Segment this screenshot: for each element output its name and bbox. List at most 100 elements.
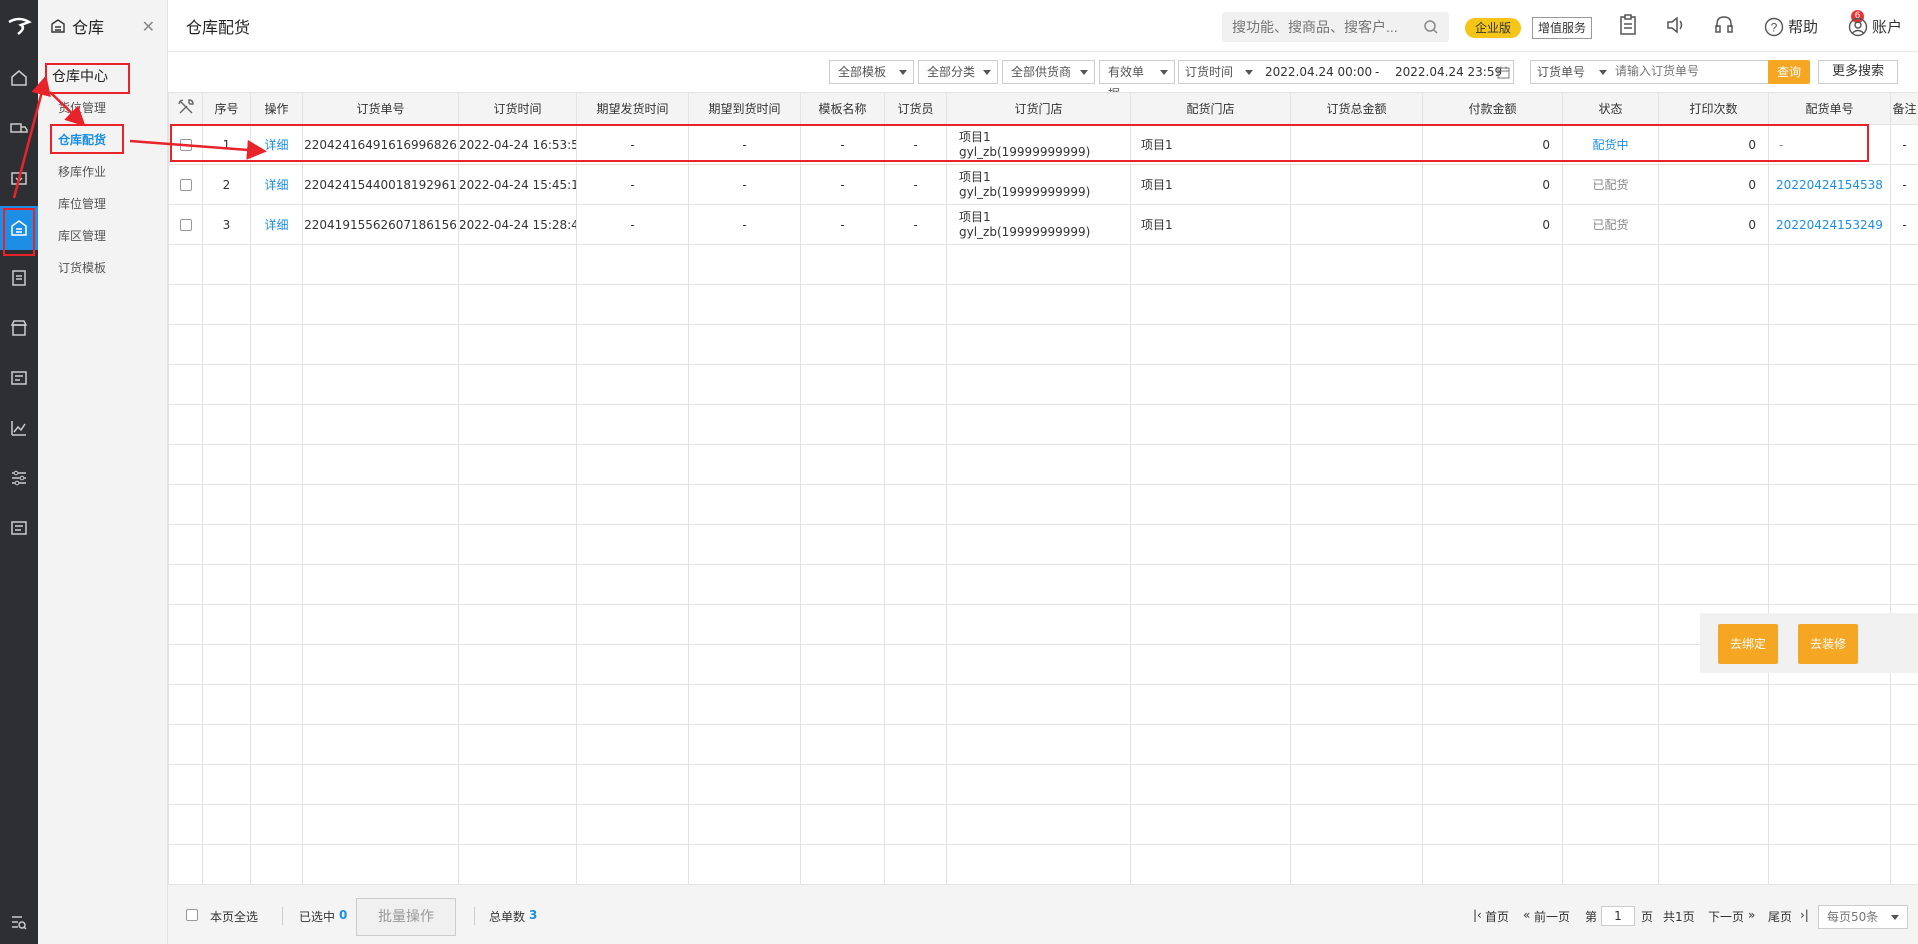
template-name: - xyxy=(800,204,885,245)
table-row[interactable]: 2 详细 22042415440018192961 2022-04-24 15:… xyxy=(168,164,1918,205)
global-search[interactable] xyxy=(1222,12,1449,42)
search-icon[interactable] xyxy=(1423,19,1439,35)
document-icon[interactable] xyxy=(0,256,38,300)
order-table: 序号 操作 订货单号 订货时间 期望发货时间 期望到货时间 模板名称 订货员 订… xyxy=(168,92,1918,884)
detail-link[interactable]: 详细 xyxy=(264,178,288,192)
prev-page-icon[interactable]: « xyxy=(1523,908,1530,922)
logo-icon[interactable] xyxy=(0,0,38,52)
first-page-icon[interactable]: |‹ xyxy=(1473,908,1482,922)
sidebar-item-transfer[interactable]: 移库作业 xyxy=(38,156,167,188)
distribution-number-link[interactable]: 20220424154538 xyxy=(1776,178,1883,192)
orderer: - xyxy=(884,204,947,245)
wallet-icon[interactable] xyxy=(0,156,38,200)
order-search-box[interactable]: 订货单号 xyxy=(1530,60,1772,84)
detail-link[interactable]: 详细 xyxy=(264,218,288,232)
status-badge: 已配货 xyxy=(1592,218,1629,232)
column-header: 订货总金额 xyxy=(1290,92,1423,125)
column-settings[interactable] xyxy=(168,92,203,125)
edition-badge[interactable]: 企业版 xyxy=(1465,18,1522,38)
decorate-button[interactable]: 去装修 xyxy=(1798,624,1858,664)
sidebar-item-order-template[interactable]: 订货模板 xyxy=(38,252,167,284)
last-page-icon[interactable]: ›| xyxy=(1800,908,1809,922)
store-name: 项目1 xyxy=(959,169,991,184)
total-count: 3 xyxy=(529,908,538,922)
column-header: 配货门店 xyxy=(1130,92,1291,125)
report-icon[interactable] xyxy=(0,356,38,400)
validity-select[interactable]: 有效单据 xyxy=(1099,60,1175,101)
column-header: 付款金额 xyxy=(1422,92,1563,125)
more-search-button[interactable]: 更多搜索 xyxy=(1818,60,1898,84)
column-header: 订货门店 xyxy=(946,92,1131,125)
expected-arrival-time: - xyxy=(688,204,801,245)
page-number-input[interactable]: 1 xyxy=(1601,906,1635,926)
divider xyxy=(282,907,283,925)
store-account: gyl_zb(19999999999) xyxy=(959,184,1091,199)
svg-text:?: ? xyxy=(1771,20,1778,34)
divider xyxy=(474,907,475,925)
sidebar-item-location-management[interactable]: 货位管理 xyxy=(38,92,167,124)
empty-row xyxy=(168,404,1918,445)
select-all-checkbox[interactable] xyxy=(186,909,198,921)
calendar-icon[interactable] xyxy=(1497,66,1510,79)
row-checkbox[interactable] xyxy=(179,219,192,231)
next-page-icon[interactable]: » xyxy=(1748,908,1755,922)
per-page-select[interactable]: 每页50条 xyxy=(1818,905,1908,929)
highlight-warehouse-distribution xyxy=(50,124,124,154)
chart-icon[interactable] xyxy=(0,406,38,450)
query-button[interactable]: 查询 xyxy=(1768,60,1810,84)
select-all-label[interactable]: 本页全选 xyxy=(210,908,258,925)
account-link[interactable]: 账户 xyxy=(1848,16,1902,37)
order-time: 2022-04-24 15:28:45 xyxy=(458,204,577,245)
order-number-input[interactable] xyxy=(1615,64,1765,78)
supplier-select[interactable]: 全部供货商 xyxy=(1002,60,1095,84)
clipboard-icon[interactable] xyxy=(1618,14,1638,36)
first-page-link[interactable]: 首页 xyxy=(1485,908,1509,925)
table-footer: 本页全选 已选中 0 批量操作 总单数 3 |‹ 首页 « 前一页 第 1 页 … xyxy=(168,884,1918,944)
order-field-select[interactable]: 订货单号 xyxy=(1537,61,1585,83)
close-icon[interactable]: ✕ xyxy=(142,17,155,36)
date-range-picker[interactable]: 订货时间 2022.04.24 00:00 - 2022.04.24 23:59 xyxy=(1178,60,1514,84)
time-type-caret-icon xyxy=(1245,70,1253,75)
message-icon[interactable] xyxy=(0,506,38,550)
bind-button[interactable]: 去绑定 xyxy=(1718,624,1778,664)
distribution-number-link[interactable]: 20220424153249 xyxy=(1776,218,1883,232)
value-added-button[interactable]: 增值服务 xyxy=(1532,17,1593,39)
sidebar-item-zone-management[interactable]: 库区管理 xyxy=(38,220,167,252)
template-select[interactable]: 全部模板 xyxy=(829,60,914,84)
total-label: 总单数 xyxy=(489,910,526,924)
column-header: 序号 xyxy=(202,92,251,125)
tools-icon[interactable] xyxy=(177,98,195,116)
empty-row xyxy=(168,484,1918,525)
last-page-link[interactable]: 尾页 xyxy=(1768,908,1792,925)
row-checkbox[interactable] xyxy=(179,179,192,191)
help-link[interactable]: ? 帮助 xyxy=(1764,16,1818,37)
date-end[interactable]: 2022.04.24 23:59 xyxy=(1395,61,1502,83)
prev-page-link[interactable]: 前一页 xyxy=(1534,908,1570,925)
headset-icon[interactable] xyxy=(1713,14,1735,36)
empty-row xyxy=(168,244,1918,285)
truck-icon[interactable] xyxy=(0,106,38,150)
order-table-container: 序号 操作 订货单号 订货时间 期望发货时间 期望到货时间 模板名称 订货员 订… xyxy=(168,92,1918,884)
shop-icon[interactable] xyxy=(0,306,38,350)
speaker-icon[interactable] xyxy=(1665,14,1687,36)
empty-row xyxy=(168,644,1918,685)
print-count: 0 xyxy=(1658,204,1769,245)
table-row[interactable]: 3 详细 22041915562607186156 2022-04-24 15:… xyxy=(168,204,1918,245)
next-page-link[interactable]: 下一页 xyxy=(1708,908,1744,925)
sidebar-item-bin-management[interactable]: 库位管理 xyxy=(38,188,167,220)
empty-row xyxy=(168,444,1918,485)
settings-sliders-icon[interactable] xyxy=(0,456,38,500)
search-menu-icon[interactable] xyxy=(0,900,38,944)
batch-operation-button[interactable]: 批量操作 xyxy=(356,898,456,936)
icon-rail xyxy=(0,0,38,944)
column-header: 备注 xyxy=(1890,92,1918,125)
table-header-row: 序号 操作 订货单号 订货时间 期望发货时间 期望到货时间 模板名称 订货员 订… xyxy=(168,92,1918,125)
column-header: 模板名称 xyxy=(800,92,885,125)
category-select[interactable]: 全部分类 xyxy=(918,60,998,84)
search-input[interactable] xyxy=(1232,19,1412,35)
home-icon[interactable] xyxy=(0,56,38,100)
store-name: 项目1 xyxy=(959,209,991,224)
time-type-select[interactable]: 订货时间 xyxy=(1185,61,1233,83)
date-start[interactable]: 2022.04.24 00:00 xyxy=(1265,61,1372,83)
sidebar-title: 仓库 xyxy=(72,18,105,37)
